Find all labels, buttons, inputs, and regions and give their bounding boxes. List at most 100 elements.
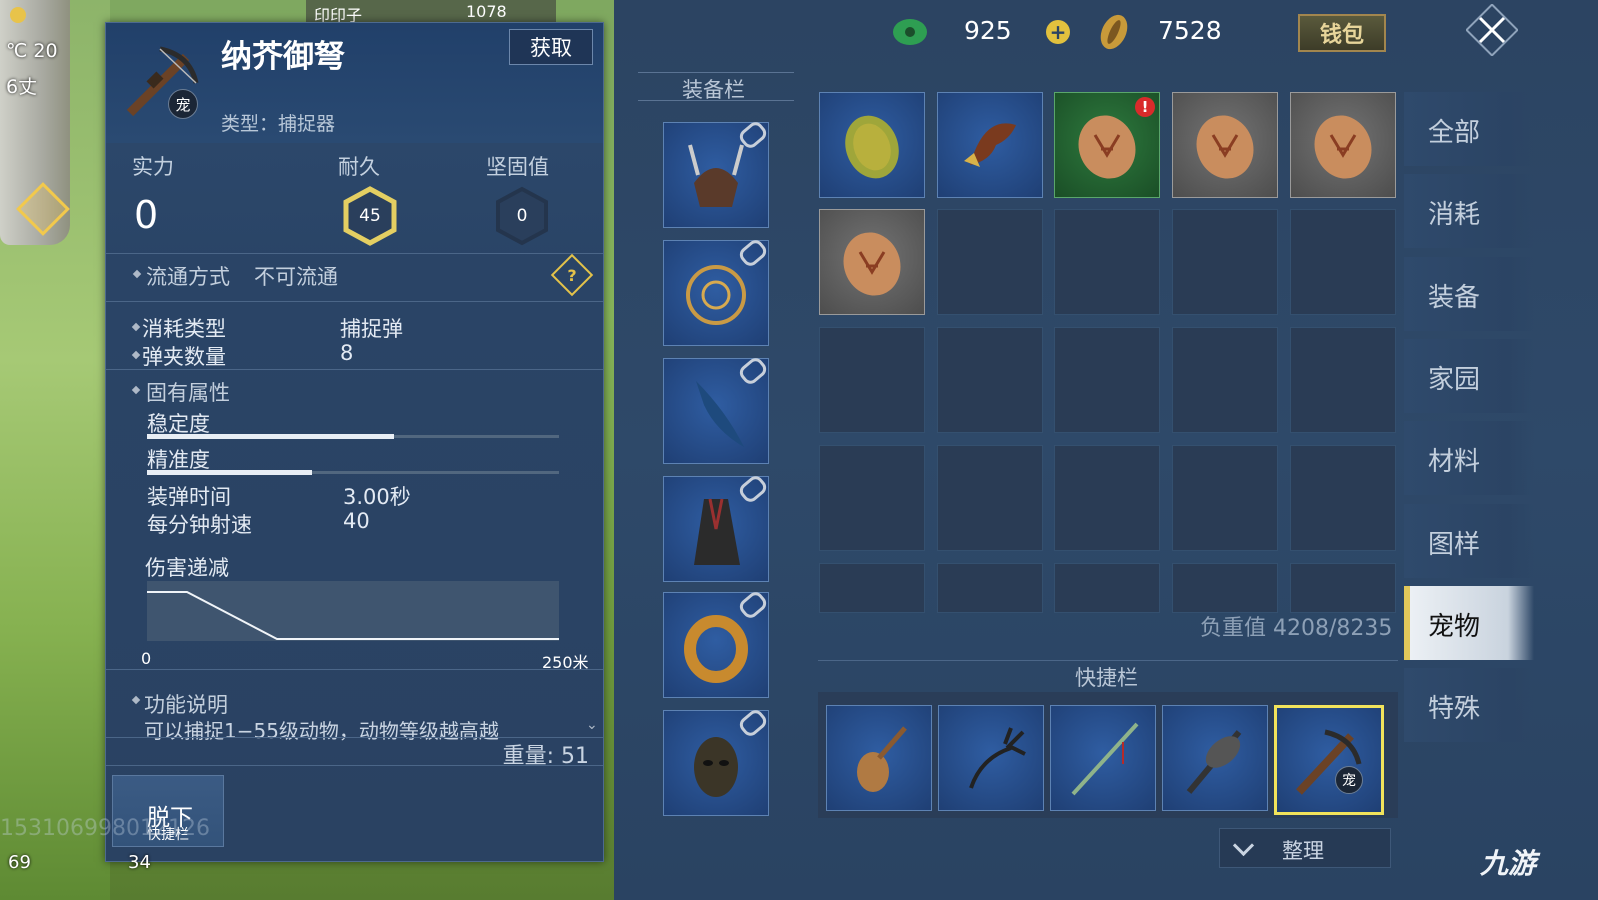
inventory-slot-empty[interactable] <box>937 209 1043 315</box>
inventory-slot-empty[interactable] <box>1054 563 1160 613</box>
active-tab-indicator <box>1404 585 1410 660</box>
durability-hex: 45 <box>340 186 400 246</box>
temperature-readout: ℃ 20 <box>6 40 58 62</box>
tab-0[interactable]: 全部 <box>1404 92 1534 166</box>
tab-label: 特殊 <box>1428 694 1481 725</box>
tab-2[interactable]: 装备 <box>1404 256 1534 331</box>
tab-3[interactable]: 家园 <box>1404 338 1534 413</box>
top-player-bar: 印印子 1078 <box>306 0 556 25</box>
damage-falloff-chart <box>147 581 559 641</box>
inventory-slot-empty[interactable] <box>1172 209 1278 315</box>
inventory-slot-item[interactable] <box>937 92 1043 198</box>
inventory-slot-empty[interactable] <box>819 445 925 551</box>
altitude-readout: 6丈 <box>6 76 38 98</box>
inventory-slot-item[interactable] <box>1290 92 1396 198</box>
tidy-button[interactable]: 整理 <box>1219 828 1391 868</box>
game-world-background: ℃ 20 6丈 69 <box>0 0 110 900</box>
function-description: 可以捕捉1−55级动物，动物等级越高越 <box>144 719 499 743</box>
player-id-watermark: 153106998012126 <box>0 816 210 841</box>
tab-label: 全部 <box>1428 118 1481 148</box>
close-icon[interactable] <box>1465 3 1519 57</box>
tab-label: 家园 <box>1428 364 1481 395</box>
circulation-value: 不可流通 <box>254 265 338 289</box>
bullet-icon <box>131 322 141 332</box>
divider <box>106 301 603 302</box>
quickbar-slot-5[interactable]: 宠 <box>1274 705 1384 815</box>
equip-slot-ring[interactable] <box>663 588 770 698</box>
bullet-icon <box>131 695 141 705</box>
wallet-button[interactable]: 钱包 <box>1298 14 1386 52</box>
inventory-slot-empty[interactable] <box>1290 209 1396 315</box>
pipa-icon <box>827 706 931 810</box>
equip-slot-robe[interactable] <box>663 472 770 582</box>
divider <box>106 369 603 370</box>
alert-badge-icon: ! <box>1135 97 1155 117</box>
spear-icon <box>1051 706 1155 810</box>
inventory-slot-item[interactable] <box>819 209 925 315</box>
inventory-slot-empty[interactable] <box>937 563 1043 613</box>
inventory-slot-empty[interactable] <box>1172 327 1278 433</box>
tab-7[interactable]: 特殊 <box>1404 668 1534 743</box>
inventory-slot-item[interactable] <box>1172 92 1278 198</box>
tab-label: 消耗 <box>1428 200 1481 231</box>
chart-min-label: 0 <box>141 649 152 668</box>
rpm-label: 每分钟射速 <box>147 513 252 537</box>
tab-6[interactable]: 宠物 <box>1404 585 1534 660</box>
tab-5[interactable]: 图样 <box>1404 503 1534 578</box>
site-logo: 九游 <box>1480 847 1537 880</box>
quickbar-slot-3[interactable] <box>1050 705 1156 811</box>
inherent-attributes-label: 固有属性 <box>146 381 230 405</box>
inventory-slot-empty[interactable] <box>1172 563 1278 613</box>
equip-slot-necklace[interactable] <box>663 236 770 346</box>
inventory-slot-empty[interactable] <box>1054 209 1160 315</box>
jade-amount: 925 <box>964 16 1012 45</box>
dragon-egg-icon <box>820 93 924 197</box>
clip-value: 8 <box>340 341 354 365</box>
accuracy-bar <box>147 470 559 475</box>
tab-label: 宠物 <box>1428 611 1481 642</box>
firmness-hex: 0 <box>492 186 552 246</box>
jade-currency-icon <box>890 14 930 48</box>
equip-slot-mask[interactable] <box>663 706 770 816</box>
inventory-slot-empty[interactable] <box>1172 445 1278 551</box>
inventory-slot-empty[interactable] <box>1054 445 1160 551</box>
equip-slot-helmet[interactable] <box>663 118 770 228</box>
beast-egg-icon <box>1173 93 1277 197</box>
reload-label: 装弹时间 <box>147 485 231 509</box>
inventory-slot-item[interactable] <box>819 92 925 198</box>
inventory-slot-empty[interactable] <box>937 445 1043 551</box>
inventory-slot-empty[interactable] <box>819 327 925 433</box>
item-name: 纳芥御弩 <box>221 39 345 75</box>
divider <box>638 100 794 101</box>
coin-amount: 7528 <box>1158 16 1222 45</box>
inventory-slot-item[interactable]: ! <box>1054 92 1160 198</box>
divider <box>106 669 603 670</box>
inventory-slot-empty[interactable] <box>819 563 925 613</box>
inventory-slot-empty[interactable] <box>1290 327 1396 433</box>
get-button[interactable]: 获取 <box>509 29 593 65</box>
weight-total: 负重值 4208/8235 <box>1200 616 1393 641</box>
damage-falloff-line <box>147 591 559 640</box>
inventory-slot-empty[interactable] <box>1290 445 1396 551</box>
quickbar-slot-4[interactable] <box>1162 705 1268 811</box>
coin-currency-icon <box>1094 12 1134 52</box>
beast-egg-icon <box>1291 93 1395 197</box>
inventory-slot-empty[interactable] <box>1290 563 1396 613</box>
durability-value: 45 <box>359 206 381 226</box>
scroll-down-icon[interactable]: ⌄ <box>586 717 598 733</box>
inventory-slot-empty[interactable] <box>1054 327 1160 433</box>
bullet-icon <box>132 269 142 279</box>
item-type-label: 类型： <box>221 113 279 135</box>
crossbow-icon <box>1277 708 1381 812</box>
tab-1[interactable]: 消耗 <box>1404 174 1534 249</box>
accuracy-bar-fill <box>147 470 312 475</box>
quickbar-slot-1[interactable] <box>826 705 932 811</box>
stability-bar <box>147 434 559 439</box>
quickbar-title: 快捷栏 <box>1075 666 1138 690</box>
equip-slot-cape[interactable] <box>663 354 770 464</box>
quickbar-slot-2[interactable] <box>938 705 1044 811</box>
tab-4[interactable]: 材料 <box>1404 421 1534 496</box>
add-currency-icon[interactable]: + <box>1046 20 1070 44</box>
help-icon[interactable]: ? <box>550 253 594 297</box>
inventory-slot-empty[interactable] <box>937 327 1043 433</box>
